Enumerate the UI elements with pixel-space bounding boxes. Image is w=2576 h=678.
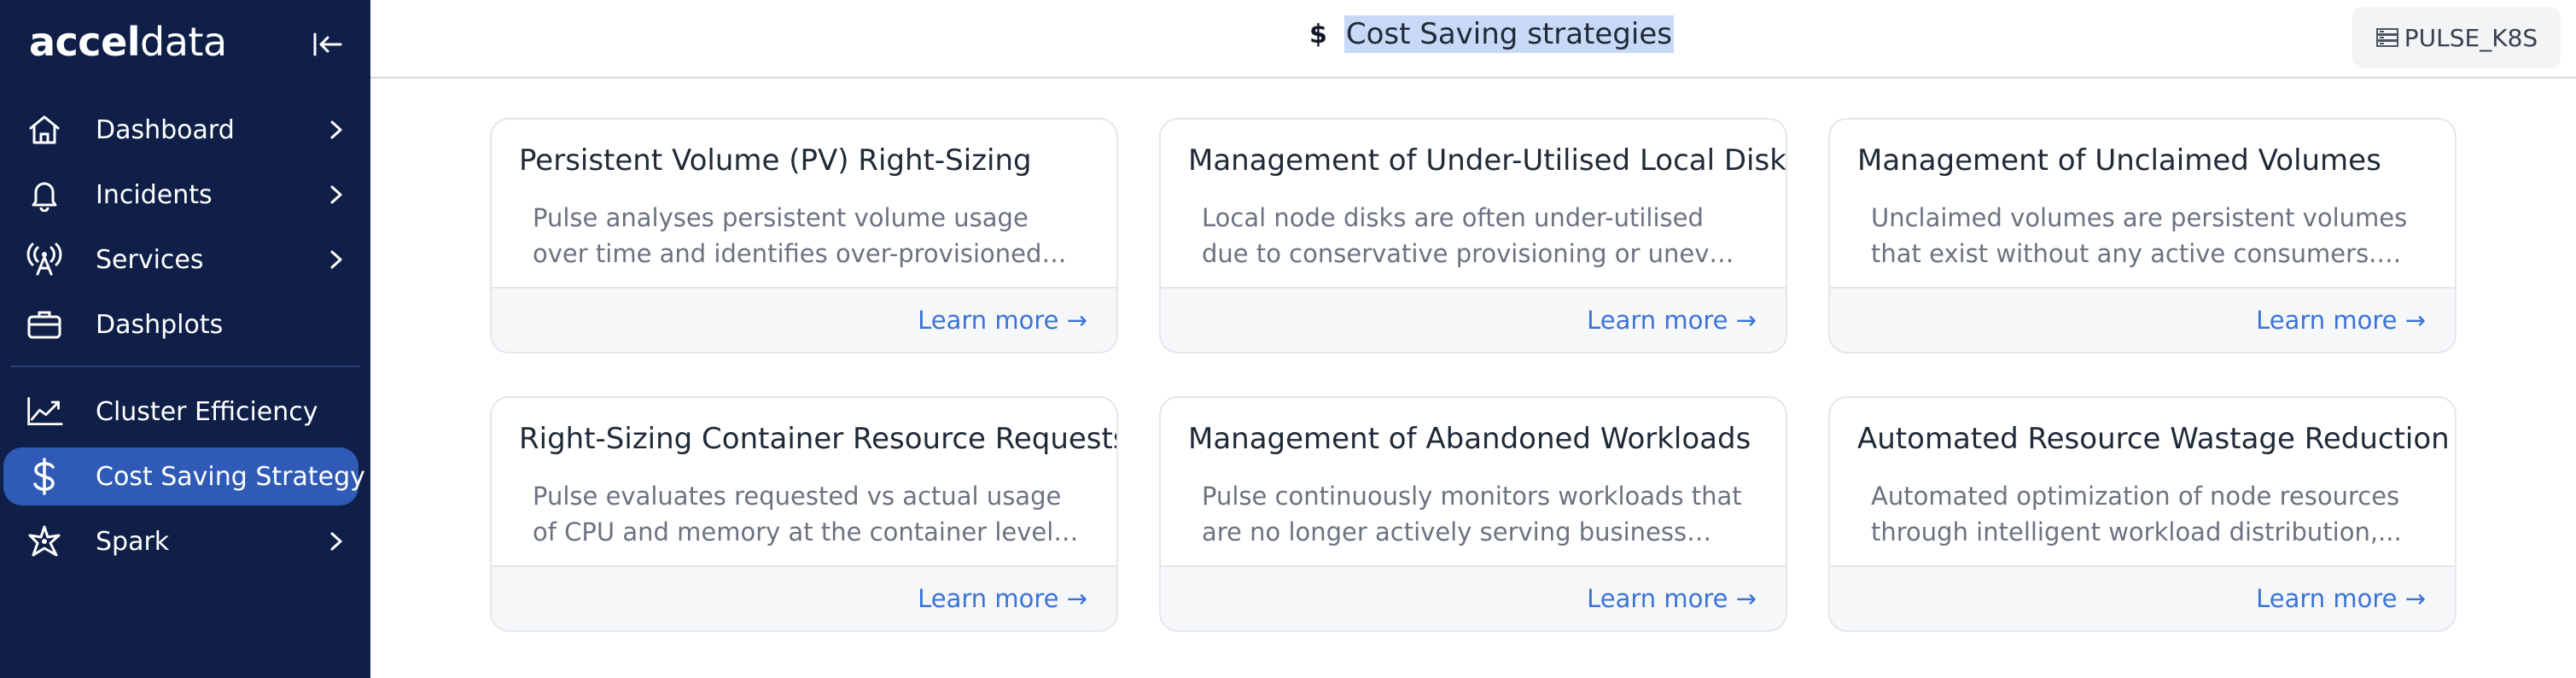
sidebar-item-label: Dashplots xyxy=(96,309,224,340)
card-footer: Learn more → xyxy=(1830,565,2455,630)
cluster-selector[interactable]: PULSE_K8S xyxy=(2352,7,2561,68)
sidebar-item-label: Spark xyxy=(96,526,170,557)
chevron-right-icon xyxy=(324,118,348,142)
nav-divider xyxy=(10,365,360,367)
dollar-icon: $ xyxy=(1309,19,1327,50)
card-title: Automated Resource Wastage Reduction xyxy=(1857,422,2450,456)
strategy-card: Management of Unclaimed Volumes Unclaime… xyxy=(1828,118,2457,354)
card-description: Pulse continuously monitors workloads th… xyxy=(1202,482,1742,546)
sidebar-item-services[interactable]: Services xyxy=(0,227,370,292)
sidebar-item-label: Incidents xyxy=(96,179,213,210)
sidebar-nav: Dashboard Incidents Services Dashplots C… xyxy=(0,97,370,574)
sidebar-item-cost-saving-strategy[interactable]: Cost Saving Strategy xyxy=(0,444,370,509)
home-icon xyxy=(26,113,63,147)
page-title-group: $ Cost Saving strategies xyxy=(1309,15,1674,53)
learn-more-link[interactable]: Learn more → xyxy=(1587,306,1757,335)
sidebar-item-label: Cluster Efficiency xyxy=(96,396,318,427)
top-header: $ Cost Saving strategies PULSE_K8S xyxy=(370,0,2576,79)
card-description: Pulse evaluates requested vs actual usag… xyxy=(533,482,1062,546)
spark-icon xyxy=(26,524,63,558)
sidebar-item-dashplots[interactable]: Dashplots xyxy=(0,292,370,357)
card-title: Management of Under-Utilised Local Disks xyxy=(1188,143,1787,178)
learn-more-link[interactable]: Learn more → xyxy=(918,306,1087,335)
card-footer: Learn more → xyxy=(492,565,1116,630)
chevron-right-icon xyxy=(324,248,348,272)
chevron-right-icon xyxy=(324,183,348,207)
strategy-card: Automated Resource Wastage Reduction Aut… xyxy=(1828,396,2457,632)
card-title: Management of Abandoned Workloads xyxy=(1188,422,1751,456)
trend-chart-icon xyxy=(26,395,63,429)
strategy-card: Right-Sizing Container Resource Requests… xyxy=(490,396,1118,632)
cluster-name: PULSE_K8S xyxy=(2404,23,2538,52)
sidebar-item-label: Cost Saving Strategy xyxy=(96,461,365,492)
server-icon xyxy=(2375,28,2398,47)
card-description: Unclaimed volumes are persistent volumes… xyxy=(1871,203,2408,268)
learn-more-link[interactable]: Learn more → xyxy=(2256,584,2426,613)
collapse-sidebar-icon[interactable] xyxy=(309,26,347,63)
card-footer: Learn more → xyxy=(1161,287,1786,352)
bell-icon xyxy=(26,178,63,212)
sidebar-item-spark[interactable]: Spark xyxy=(0,509,370,574)
sidebar-item-label: Services xyxy=(96,244,204,275)
page-title: Cost Saving strategies xyxy=(1343,15,1674,53)
card-description: Local node disks are often under-utilise… xyxy=(1202,203,1740,268)
sidebar: acceldata Dashboard Incidents Services D… xyxy=(0,0,370,678)
card-footer: Learn more → xyxy=(492,287,1116,352)
chevron-right-icon xyxy=(324,529,348,553)
card-description: Pulse analyses persistent volume usage o… xyxy=(533,203,1042,268)
strategy-card: Management of Under-Utilised Local Disks… xyxy=(1159,118,1787,354)
learn-more-link[interactable]: Learn more → xyxy=(2256,306,2426,335)
card-title: Right-Sizing Container Resource Requests xyxy=(519,422,1118,456)
card-description: Automated optimization of node resources… xyxy=(1871,482,2402,546)
card-footer: Learn more → xyxy=(1830,287,2455,352)
strategy-card: Persistent Volume (PV) Right-Sizing Puls… xyxy=(490,118,1118,354)
learn-more-link[interactable]: Learn more → xyxy=(918,584,1087,613)
antenna-icon xyxy=(26,243,63,277)
dollar-icon xyxy=(26,458,63,495)
sidebar-item-cluster-efficiency[interactable]: Cluster Efficiency xyxy=(0,379,370,444)
learn-more-link[interactable]: Learn more → xyxy=(1587,584,1757,613)
card-footer: Learn more → xyxy=(1161,565,1786,630)
sidebar-item-dashboard[interactable]: Dashboard xyxy=(0,97,370,162)
card-title: Management of Unclaimed Volumes xyxy=(1857,143,2381,178)
sidebar-item-label: Dashboard xyxy=(96,114,235,145)
strategy-card: Management of Abandoned Workloads Pulse … xyxy=(1159,396,1787,632)
sidebar-item-incidents[interactable]: Incidents xyxy=(0,162,370,227)
acceldata-logo[interactable]: acceldata xyxy=(29,19,227,65)
card-title: Persistent Volume (PV) Right-Sizing xyxy=(519,143,1032,178)
briefcase-icon xyxy=(26,307,63,342)
